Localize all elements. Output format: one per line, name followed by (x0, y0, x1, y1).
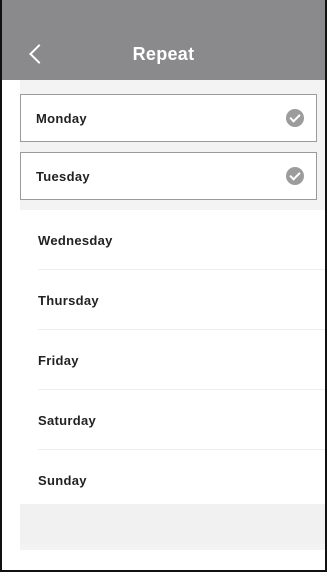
day-label: Monday (36, 110, 87, 126)
day-label: Saturday (38, 412, 97, 428)
day-row-sunday[interactable]: Sunday (20, 450, 325, 510)
check-circle-icon (286, 167, 304, 185)
day-row-monday[interactable]: Monday (20, 94, 317, 142)
page-title: Repeat (132, 44, 195, 64)
days-list: Monday Tuesday Wednesday Thursday Friday… (20, 94, 325, 510)
navigation-bar: Repeat (2, 0, 325, 80)
day-row-wednesday[interactable]: Wednesday (20, 210, 325, 270)
repeat-days-panel: Monday Tuesday Wednesday Thursday Friday… (20, 80, 325, 550)
day-label: Wednesday (38, 232, 113, 248)
day-label: Tuesday (36, 168, 90, 184)
check-circle-icon (286, 109, 304, 127)
day-label: Friday (38, 352, 79, 368)
day-row-thursday[interactable]: Thursday (20, 270, 325, 330)
day-row-tuesday[interactable]: Tuesday (20, 152, 317, 200)
phone-frame: Repeat Monday Tuesday Wednesday Thursday… (0, 0, 327, 572)
day-label: Thursday (38, 292, 99, 308)
day-row-friday[interactable]: Friday (20, 330, 325, 390)
list-footer-spacer (20, 504, 325, 544)
day-label: Sunday (38, 472, 87, 488)
day-row-saturday[interactable]: Saturday (20, 390, 325, 450)
